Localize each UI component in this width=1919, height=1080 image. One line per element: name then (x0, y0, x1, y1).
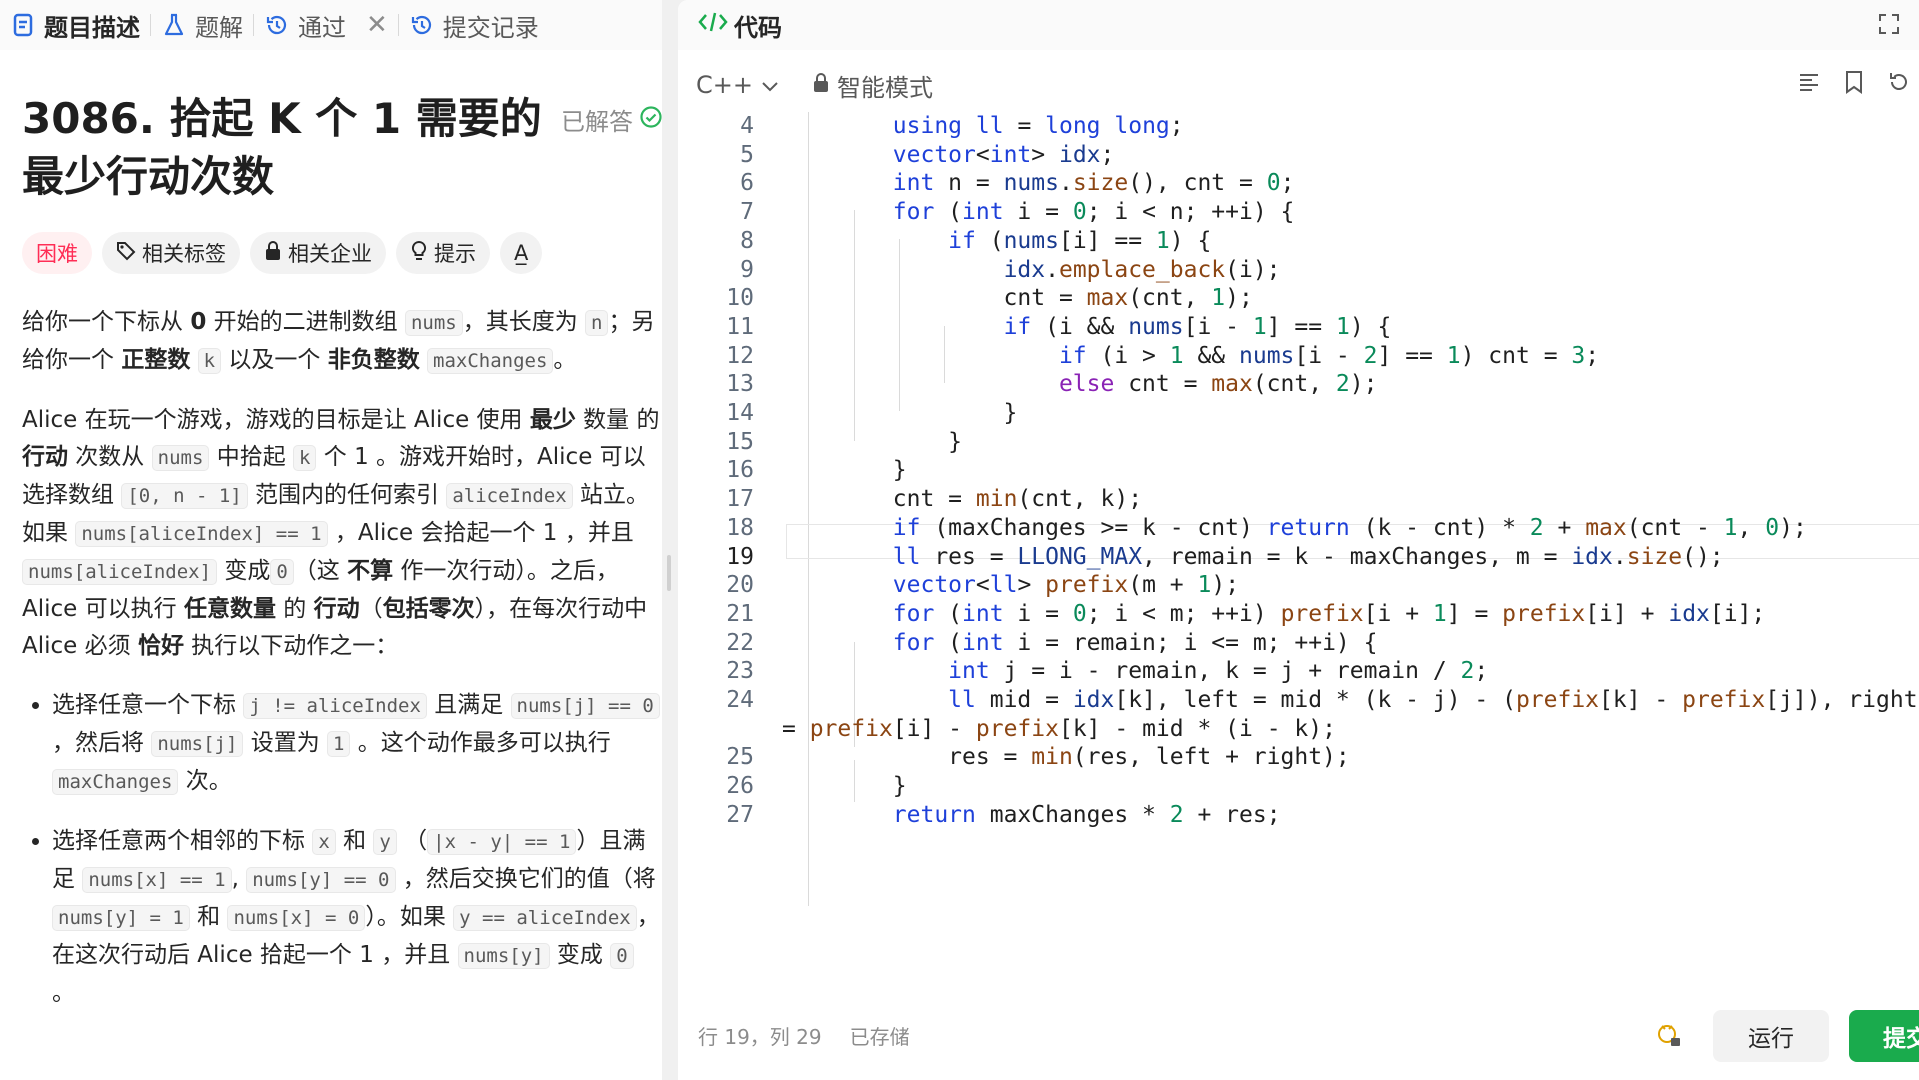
fullscreen-icon[interactable] (1877, 12, 1901, 40)
tab-accepted-label: 通过 (298, 13, 346, 42)
cursor-position: 行 19，列 29 (698, 1024, 822, 1049)
chevron-down-icon (761, 71, 779, 99)
problem-panel: 题目描述 题解 通过 ✕ 提交记录 3086. 拾起 K 个 1 需要的最少行动… (0, 0, 662, 1080)
tab-submissions-label: 提交记录 (442, 13, 539, 42)
line-text: return maxChanges * 2 + res; (892, 801, 1281, 828)
list-item: 选择任意一个下标 j != aliceIndex 且满足 nums[j] == … (52, 687, 662, 801)
description-paragraph: 给你一个下标从 0 开始的二进制数组 nums ，其长度为 n ；另给你一个 正整数… (22, 309, 655, 374)
tag-icon (116, 241, 136, 266)
tab-description[interactable]: 题目描述 (0, 0, 150, 50)
hint-chip[interactable]: 提示 (396, 232, 490, 274)
related-tags-label: 相关标签 (142, 242, 226, 266)
language-select[interactable]: C++ (696, 71, 779, 99)
action-list: 选择任意一个下标 j != aliceIndex 且满足 nums[j] == … (22, 687, 662, 1012)
font-size-chip[interactable]: A̲ (500, 232, 543, 274)
lock-icon (264, 240, 282, 266)
tab-submissions[interactable]: 提交记录 (399, 0, 549, 50)
related-companies-label: 相关企业 (288, 242, 372, 266)
solved-status: 已解答 (561, 102, 662, 137)
tab-accepted[interactable]: 通过 ✕ (254, 0, 398, 50)
history-icon (264, 12, 290, 38)
code-title: 代码 (698, 8, 782, 43)
code-icon (698, 10, 728, 40)
hint-label: 提示 (434, 242, 476, 266)
tab-description-label: 题目描述 (44, 13, 140, 42)
panel-divider[interactable] (662, 0, 678, 1080)
flask-icon (161, 12, 187, 38)
resize-handle[interactable] (667, 555, 671, 591)
related-tags-chip[interactable]: 相关标签 (102, 232, 240, 274)
translate-icon: A̲ (514, 241, 529, 265)
code-title-label: 代码 (734, 13, 782, 42)
code-editor[interactable]: 4 using ll = long long; 5 vector<int> idx… (678, 112, 1919, 987)
submit-button[interactable]: 提交 (1849, 1010, 1919, 1062)
problem-title[interactable]: 3086. 拾起 K 个 1 需要的最少行动次数 (22, 90, 542, 206)
description-paragraph: Alice 在玩一个游戏，游戏的目标是让 Alice 使用 最少 数量 的 行动… (22, 407, 660, 659)
lightbulb-icon (410, 240, 428, 267)
reset-icon[interactable] (1887, 70, 1911, 100)
format-icon[interactable] (1797, 70, 1821, 100)
tab-solutions[interactable]: 题解 (151, 0, 253, 50)
smart-mode[interactable]: 智能模式 (813, 68, 933, 103)
code-line[interactable]: 27 return maxChanges * 2 + res; (678, 798, 1919, 833)
related-companies-chip[interactable]: 相关企业 (250, 232, 386, 274)
debug-lock-icon[interactable] (1656, 1022, 1682, 1052)
check-circle-icon (639, 105, 662, 135)
line-number: 27 (726, 801, 754, 828)
list-item: 选择任意两个相邻的下标 x 和 y （|x - y| == 1）且满足 nums… (52, 823, 662, 1012)
code-toolbar: C++ 智能模式 (678, 62, 1919, 108)
run-button[interactable]: 运行 (1713, 1010, 1829, 1062)
tab-solutions-label: 题解 (195, 13, 243, 42)
language-label: C++ (696, 71, 753, 99)
document-icon (10, 12, 36, 38)
code-panel: 代码 C++ 智能模式 4 using ll = long long; 5 ve… (678, 0, 1919, 1080)
bookmark-icon[interactable] (1843, 70, 1865, 100)
solved-label: 已解答 (561, 108, 633, 136)
problem-chips: 困难 相关标签 相关企业 提示 A̲ (22, 232, 543, 274)
history-icon (409, 12, 435, 38)
lock-icon (813, 71, 829, 99)
close-icon[interactable]: ✕ (366, 10, 388, 40)
mode-label: 智能模式 (836, 73, 933, 102)
editor-tools (1797, 70, 1911, 100)
problem-tabs: 题目描述 题解 通过 ✕ 提交记录 (0, 0, 662, 50)
problem-description: 给你一个下标从 0 开始的二进制数组 nums ，其长度为 n ；另给你一个 正整数… (22, 304, 662, 1034)
code-panel-header: 代码 (678, 0, 1919, 50)
saved-status: 已存储 (849, 1024, 910, 1049)
difficulty-badge: 困难 (22, 232, 92, 274)
